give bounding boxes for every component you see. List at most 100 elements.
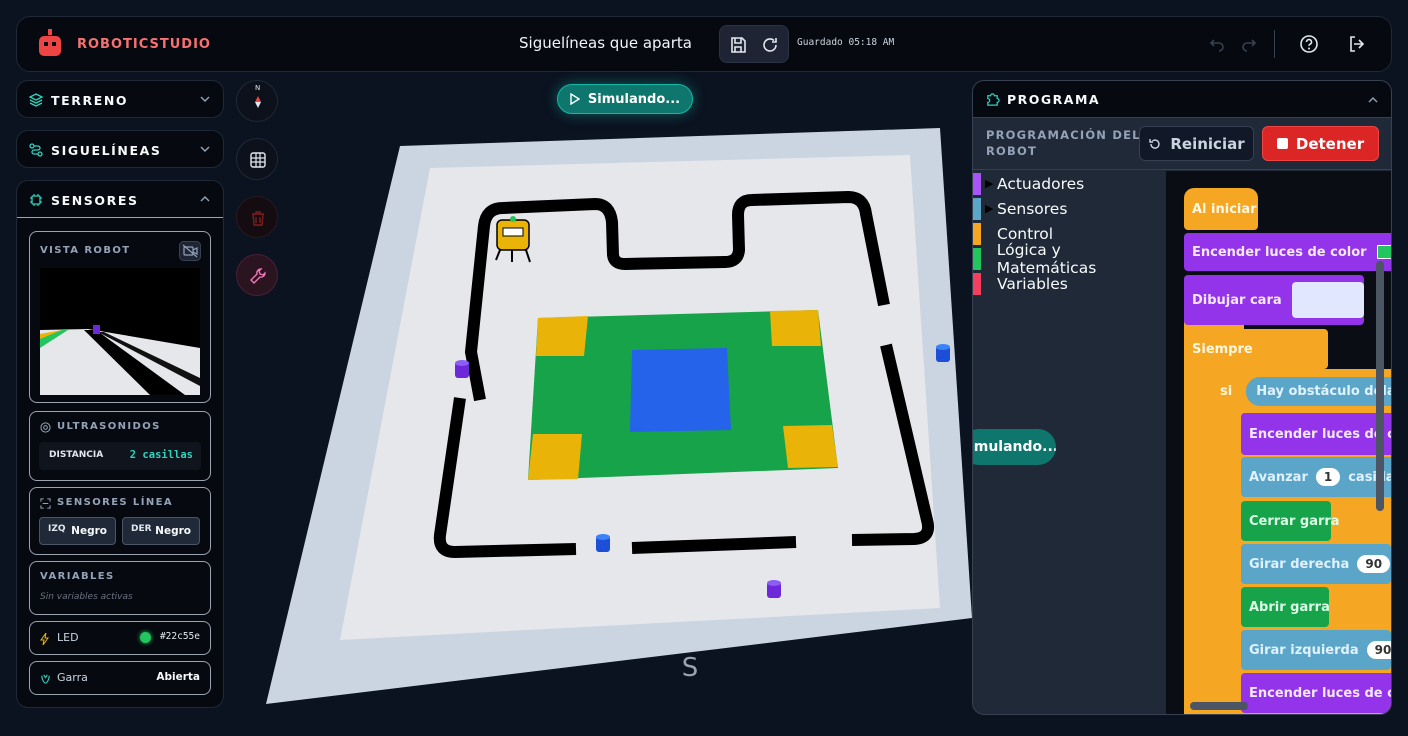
- siguelineas-panel[interactable]: SIGUELÍNEAS: [16, 130, 224, 168]
- obstacle-purple: [767, 580, 781, 598]
- caret-right-icon: ▶: [985, 177, 994, 190]
- block-label: Girar izquierda: [1249, 642, 1359, 658]
- compass-north-label: N: [255, 84, 261, 92]
- block-on-start[interactable]: Al iniciar: [1184, 188, 1258, 230]
- grid-icon: [250, 152, 266, 168]
- redo-icon[interactable]: [1239, 34, 1259, 54]
- turn-right-input[interactable]: 90: [1357, 555, 1391, 573]
- obstacle-purple: [455, 360, 469, 378]
- block-if[interactable]: si Hay obstáculo delante: [1200, 371, 1391, 411]
- chevron-up-icon[interactable]: [199, 193, 211, 205]
- top-bar: ROBOTICSTUDIO Siguelíneas que aparta tod…: [16, 16, 1392, 72]
- refresh-icon[interactable]: [760, 35, 780, 55]
- category-sensores[interactable]: ▶ Sensores: [973, 196, 1163, 221]
- claw-label: Garra: [57, 671, 88, 684]
- chevron-up-icon[interactable]: [1367, 94, 1379, 106]
- compass-button[interactable]: N: [236, 80, 278, 122]
- variables-empty: Sin variables activas: [40, 592, 133, 602]
- block-label: si: [1220, 383, 1233, 399]
- block-close-claw[interactable]: Cerrar garra: [1241, 501, 1340, 541]
- block-label: Siempre: [1192, 341, 1253, 357]
- led-indicator: [140, 632, 151, 643]
- siguelineas-title: SIGUELÍNEAS: [51, 142, 162, 158]
- terreno-title: TERRENO: [51, 92, 129, 108]
- block-workspace[interactable]: Al iniciar Encender luces de color Dibuj…: [1166, 171, 1391, 714]
- block-turn-right[interactable]: Girar derecha 90: [1241, 544, 1391, 584]
- chevron-down-icon: [200, 96, 210, 102]
- block-lights-3[interactable]: Encender luces de color: [1241, 673, 1391, 713]
- block-label: Girar derecha: [1249, 556, 1350, 572]
- block-forever[interactable]: Siempre: [1184, 329, 1328, 369]
- block-turn-left[interactable]: Girar izquierda 90: [1241, 630, 1391, 670]
- category-variables[interactable]: Variables: [973, 271, 1163, 296]
- category-color-bar: [973, 272, 981, 295]
- block-draw-face[interactable]: Dibujar cara: [1184, 275, 1364, 325]
- simulation-badge: Simulando...: [973, 429, 1056, 465]
- block-label: Cerrar garra: [1249, 513, 1340, 529]
- save-group: [719, 25, 789, 63]
- sensores-panel: SENSORES VISTA ROBOT ULTRASONIDOS DISTAN…: [16, 180, 224, 708]
- tools-button[interactable]: [236, 254, 278, 296]
- sensores-header[interactable]: SENSORES: [29, 192, 139, 208]
- block-label: Encender luces de color: [1249, 685, 1391, 701]
- logout-icon[interactable]: [1347, 34, 1367, 54]
- category-actuadores[interactable]: ▶ Actuadores: [973, 171, 1163, 196]
- ultrasonic-label: ULTRASONIDOS: [57, 421, 161, 432]
- cpu-icon: [30, 194, 42, 206]
- claw-icon: [41, 674, 50, 684]
- left-sensor-label: IZQ: [48, 524, 66, 534]
- category-color-bar: [973, 197, 981, 220]
- terreno-panel[interactable]: TERRENO: [16, 80, 224, 118]
- project-title-input[interactable]: Siguelíneas que aparta todo: [519, 34, 695, 52]
- category-label: Actuadores: [997, 174, 1085, 193]
- grid-toggle-button[interactable]: [236, 138, 278, 180]
- color-swatch[interactable]: [1376, 245, 1391, 259]
- stop-button[interactable]: Detener: [1262, 126, 1379, 161]
- horizontal-scrollbar[interactable]: [1190, 702, 1248, 710]
- save-icon[interactable]: [728, 35, 748, 55]
- program-header[interactable]: PROGRAMA: [973, 81, 1391, 118]
- right-sensor-label: DER: [131, 524, 152, 534]
- block-lights-2[interactable]: Encender luces de color: [1241, 413, 1391, 455]
- simulation-canvas[interactable]: S: [240, 78, 972, 728]
- block-label: casillas: [1348, 469, 1391, 485]
- simulation-status-label: Simulando...: [587, 91, 681, 107]
- distance-box: DISTANCIA 2 casillas: [39, 442, 201, 470]
- radar-icon: [40, 422, 51, 433]
- category-color-bar: [973, 172, 981, 195]
- variables-label: VARIABLES: [40, 571, 115, 582]
- advance-input[interactable]: 1: [1315, 468, 1341, 486]
- block-label: Abrir garra: [1249, 599, 1330, 615]
- block-advance[interactable]: Avanzar 1 casillas: [1241, 457, 1391, 497]
- obstacle-blue: [596, 534, 610, 552]
- block-label: Encender luces de color: [1192, 244, 1367, 260]
- turn-left-input[interactable]: 90: [1366, 641, 1391, 659]
- simulation-status-button[interactable]: Simulando...: [557, 84, 693, 114]
- toolbar-divider: [1274, 30, 1275, 58]
- help-icon[interactable]: [1299, 34, 1319, 54]
- simulation-badge-label: Simulando...: [973, 439, 1056, 455]
- ultrasonic-card: ULTRASONIDOS DISTANCIA 2 casillas: [29, 411, 211, 481]
- block-open-claw[interactable]: Abrir garra: [1241, 587, 1330, 627]
- distance-value: 2 casillas: [129, 449, 193, 461]
- led-card: LED #22c55e: [29, 621, 211, 655]
- trash-icon: [252, 211, 264, 226]
- vertical-scrollbar[interactable]: [1376, 261, 1384, 511]
- stop-icon: [1276, 138, 1288, 149]
- category-color-bar: [973, 247, 981, 270]
- camera-off-icon[interactable]: [179, 241, 201, 261]
- reset-button[interactable]: Reiniciar: [1139, 126, 1254, 161]
- category-color-bar: [973, 222, 981, 245]
- compass-icon: [255, 96, 261, 108]
- block-lights[interactable]: Encender luces de color: [1184, 233, 1391, 271]
- face-matrix[interactable]: [1291, 282, 1364, 318]
- program-title: PROGRAMA: [1007, 92, 1101, 107]
- obstacle-blue: [936, 344, 950, 362]
- category-logica[interactable]: Lógica y Matemáticas: [973, 241, 1163, 277]
- right-sensor-value: Negro: [155, 525, 191, 537]
- obstacle-condition[interactable]: Hay obstáculo delante: [1246, 376, 1391, 406]
- delete-button[interactable]: [236, 196, 278, 238]
- undo-icon[interactable]: [1207, 34, 1227, 54]
- category-label: Variables: [997, 274, 1068, 293]
- block-label: Dibujar cara: [1192, 292, 1282, 308]
